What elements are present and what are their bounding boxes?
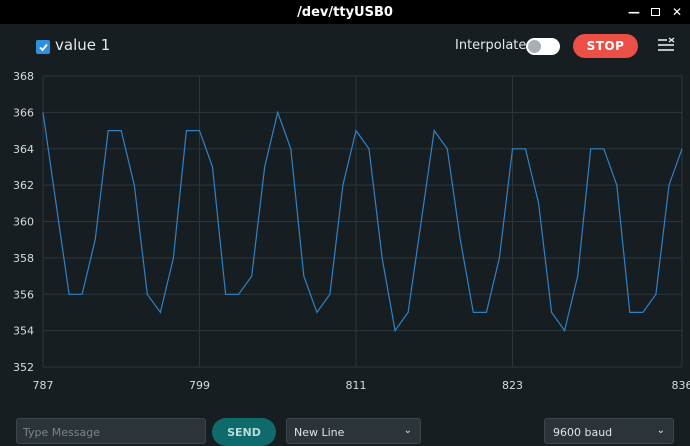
plotter-toolbar: value 1 Interpolate STOP	[0, 24, 690, 68]
y-tick-label: 364	[13, 143, 34, 156]
chevron-down-icon: ⌄	[404, 425, 412, 436]
window-titlebar: /dev/ttyUSB0 — ✕	[0, 0, 690, 24]
serial-plot: 352 354 356 358 360 362 364 366 368 787 799 811 823 8…	[0, 66, 690, 396]
line-ending-value: New Line	[294, 426, 344, 439]
chart-tick-labels: 352 354 356 358 360 362 364 366 368 787 799 811 823 8…	[13, 70, 690, 392]
y-tick-label: 366	[13, 106, 34, 119]
x-tick-label: 823	[502, 379, 523, 392]
interpolate-toggle[interactable]	[526, 38, 560, 55]
x-tick-label: 836	[672, 379, 690, 392]
y-tick-label: 358	[13, 252, 34, 265]
interpolate-label: Interpolate	[455, 38, 526, 53]
maximize-icon[interactable]	[651, 8, 660, 16]
x-tick-label: 787	[33, 379, 54, 392]
y-tick-label: 354	[13, 325, 34, 338]
y-tick-label: 368	[13, 70, 34, 83]
window-controls: — ✕	[627, 0, 684, 24]
close-icon[interactable]: ✕	[670, 5, 684, 19]
y-tick-label: 362	[13, 179, 34, 192]
message-input[interactable]: Type Message	[16, 418, 206, 444]
y-tick-label: 360	[13, 216, 34, 229]
checkmark-icon	[38, 42, 49, 53]
y-tick-label: 356	[13, 288, 34, 301]
stop-button[interactable]: STOP	[573, 34, 638, 58]
y-tick-label: 352	[13, 361, 34, 374]
series-checkbox[interactable]	[36, 40, 50, 54]
baud-rate-value: 9600 baud	[553, 426, 612, 439]
x-tick-label: 811	[345, 379, 366, 392]
line-ending-select[interactable]: New Line ⌄	[286, 418, 421, 444]
toggle-knob	[528, 40, 541, 53]
baud-rate-select[interactable]: 9600 baud ⌄	[544, 418, 674, 444]
series-label: value 1	[55, 36, 110, 54]
minimize-icon[interactable]: —	[627, 5, 641, 19]
clear-menu-icon[interactable]	[656, 37, 676, 55]
send-bar: Type Message SEND New Line ⌄ 9600 baud ⌄	[0, 414, 690, 434]
window-title: /dev/ttyUSB0	[297, 5, 393, 20]
chevron-down-icon: ⌄	[657, 425, 665, 436]
send-button[interactable]: SEND	[212, 418, 276, 446]
x-tick-label: 799	[189, 379, 210, 392]
